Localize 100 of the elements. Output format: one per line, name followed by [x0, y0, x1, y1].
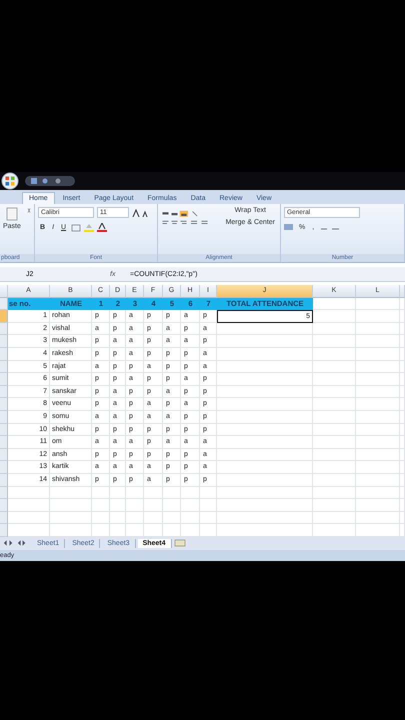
table-cell — [356, 486, 400, 500]
table-cell — [200, 512, 217, 524]
row-header[interactable] — [0, 524, 8, 537]
table-cell — [313, 461, 356, 474]
table-cell[interactable] — [217, 373, 313, 386]
quick-access-toolbar-icon[interactable] — [25, 176, 75, 186]
table-cell — [313, 398, 356, 411]
table-cell[interactable] — [217, 448, 313, 462]
table-cell — [356, 310, 400, 323]
column-header[interactable] — [400, 285, 405, 298]
table-cell — [110, 512, 126, 524]
table-cell — [92, 512, 110, 524]
table-cell — [163, 512, 181, 524]
table-cell[interactable] — [217, 348, 313, 361]
table-cell — [356, 322, 400, 336]
table-cell — [144, 486, 163, 500]
new-sheet-icon[interactable] — [174, 539, 186, 548]
table-cell — [313, 298, 356, 310]
fill-color-icon[interactable] — [84, 223, 94, 232]
row-header[interactable] — [0, 486, 8, 500]
office-button-icon[interactable] — [1, 172, 19, 190]
table-cell — [356, 386, 400, 398]
table-cell — [313, 448, 356, 462]
row-header[interactable] — [0, 398, 8, 411]
table-cell — [313, 373, 356, 386]
table-cell — [181, 512, 200, 524]
table-cell — [313, 410, 356, 424]
table-cell — [8, 512, 50, 524]
row-header[interactable] — [0, 335, 8, 348]
table-cell — [356, 448, 400, 462]
row-header[interactable] — [0, 474, 8, 486]
table-cell[interactable] — [217, 386, 313, 398]
table-cell — [356, 398, 400, 411]
table-cell — [313, 424, 356, 436]
table-cell[interactable] — [217, 322, 313, 336]
table-cell[interactable] — [217, 424, 313, 436]
table-cell[interactable] — [217, 461, 313, 474]
table-cell — [356, 410, 400, 424]
table-cell — [110, 486, 126, 500]
table-cell — [313, 386, 356, 398]
font-color-icon[interactable] — [97, 223, 108, 232]
row-header[interactable] — [0, 499, 8, 512]
currency-icon[interactable] — [284, 223, 294, 231]
table-cell — [313, 499, 356, 512]
row-header[interactable] — [0, 348, 8, 361]
table-cell — [110, 499, 126, 512]
row-header[interactable] — [0, 436, 8, 449]
row-header[interactable] — [0, 298, 8, 310]
table-cell — [356, 373, 400, 386]
table-cell[interactable] — [217, 360, 313, 374]
row-header[interactable] — [0, 322, 8, 336]
row-header[interactable] — [0, 424, 8, 436]
table-cell[interactable] — [217, 410, 313, 424]
table-cell — [50, 486, 92, 500]
table-cell — [313, 486, 356, 500]
table-cell — [200, 486, 217, 500]
table-cell — [126, 512, 144, 524]
table-cell — [313, 474, 356, 486]
border-icon[interactable] — [71, 224, 82, 232]
row-header[interactable] — [0, 410, 8, 424]
row-header[interactable] — [0, 310, 8, 323]
row-header[interactable] — [0, 360, 8, 374]
table-cell — [356, 298, 400, 310]
row-header[interactable] — [0, 512, 8, 524]
scissors-icon[interactable] — [26, 207, 31, 214]
row-header[interactable] — [0, 386, 8, 398]
table-cell — [50, 512, 92, 524]
row-header[interactable] — [0, 461, 8, 474]
table-cell — [8, 499, 50, 512]
table-cell — [313, 348, 356, 361]
table-cell — [356, 424, 400, 436]
table-cell — [200, 499, 217, 512]
table-cell — [126, 486, 144, 500]
table-cell — [92, 486, 110, 500]
table-cell — [313, 335, 356, 348]
table-cell — [313, 360, 356, 374]
table-cell — [92, 499, 110, 512]
table-cell — [144, 499, 163, 512]
row-header[interactable] — [0, 448, 8, 462]
table-cell — [313, 322, 356, 336]
table-cell[interactable] — [217, 398, 313, 411]
table-cell — [163, 486, 181, 500]
table-cell — [356, 461, 400, 474]
table-cell — [181, 486, 200, 500]
table-cell — [181, 499, 200, 512]
table-cell[interactable] — [217, 335, 313, 348]
table-cell — [356, 512, 400, 524]
row-header[interactable] — [0, 373, 8, 386]
table-cell — [313, 512, 356, 524]
table-cell — [356, 474, 400, 486]
table-cell — [8, 486, 50, 500]
table-cell[interactable] — [217, 436, 313, 449]
select-all-corner[interactable] — [0, 285, 8, 298]
table-cell — [356, 360, 400, 374]
table-cell — [313, 436, 356, 449]
font-grow-icon[interactable] — [132, 208, 150, 216]
table-cell — [163, 499, 181, 512]
table-cell[interactable] — [217, 474, 313, 486]
table-cell — [356, 348, 400, 361]
table-cell — [356, 335, 400, 348]
